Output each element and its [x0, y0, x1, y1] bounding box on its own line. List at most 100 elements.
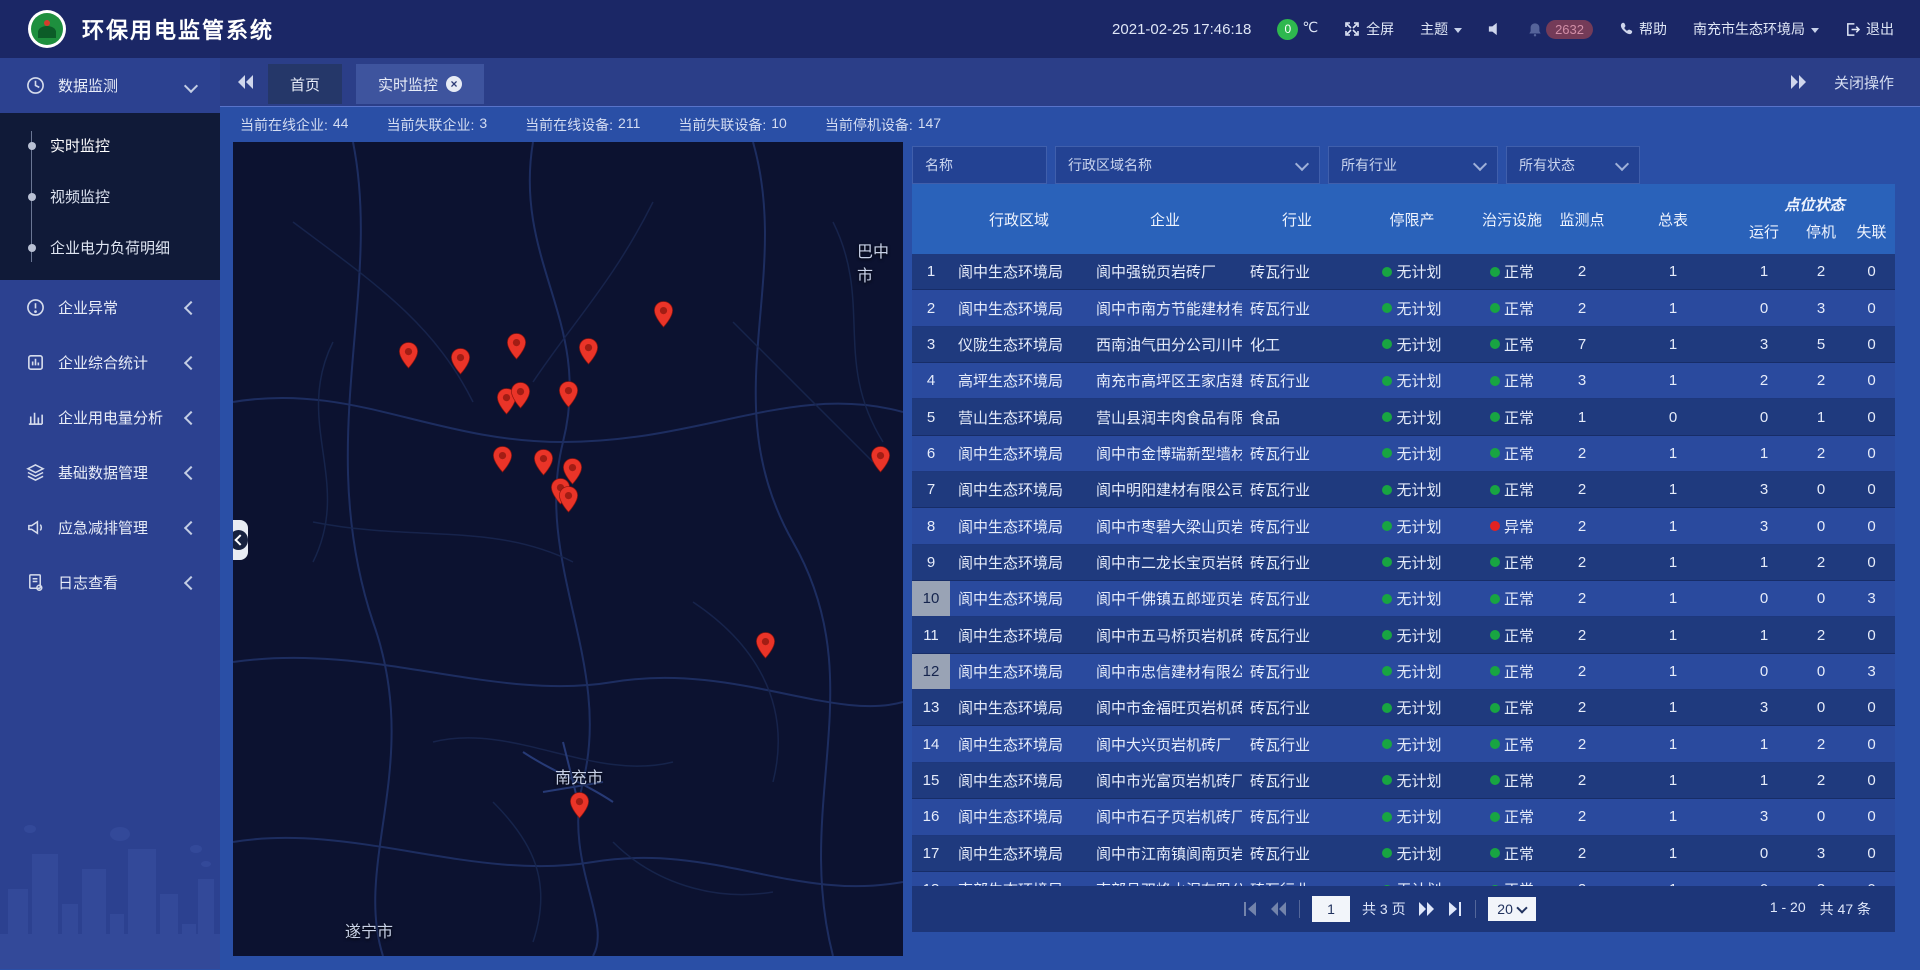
table-row[interactable]: 15 阆中生态环境局 阆中市光富页岩机砖厂 砖瓦行业 无计划 正常 2 1 1 …	[912, 763, 1895, 799]
cell-lost: 0	[1848, 481, 1895, 498]
table-row[interactable]: 7 阆中生态环境局 阆中明阳建材有限公司 砖瓦行业 无计划 正常 2 1 3 0…	[912, 472, 1895, 508]
table-row[interactable]: 13 阆中生态环境局 阆中市金福旺页岩机砖 砖瓦行业 无计划 正常 2 1 3 …	[912, 690, 1895, 726]
fullscreen-button[interactable]: 全屏	[1344, 19, 1394, 39]
sidebar-subitem[interactable]: 企业电力负荷明细	[0, 222, 220, 273]
cell-run: 1	[1734, 554, 1794, 571]
tab-home[interactable]: 首页	[268, 64, 342, 104]
status-filter-select[interactable]: 所有状态	[1506, 146, 1640, 184]
cell-company: 阆中市南方节能建材有	[1088, 298, 1242, 319]
cell-halt: 0	[1794, 663, 1848, 680]
sidebar-item[interactable]: 应急减排管理	[0, 500, 220, 555]
region-filter-select[interactable]: 行政区域名称	[1055, 146, 1320, 184]
table-row[interactable]: 10 阆中生态环境局 阆中千佛镇五郎垭页岩 砖瓦行业 无计划 正常 2 1 0 …	[912, 581, 1895, 617]
sidebar-subitem[interactable]: 视频监控	[0, 171, 220, 222]
page-number-input[interactable]	[1312, 896, 1350, 922]
map-pin[interactable]	[756, 632, 775, 664]
map-pin[interactable]	[559, 486, 578, 518]
tab-realtime-monitor[interactable]: 实时监控 ×	[356, 64, 484, 104]
table-row[interactable]: 16 阆中生态环境局 阆中市石子页岩机砖厂 砖瓦行业 无计划 正常 2 1 3 …	[912, 799, 1895, 835]
table-row[interactable]: 3 仪陇生态环境局 西南油气田分公司川中 化工 无计划 正常 7 1 3 5 0	[912, 327, 1895, 363]
cell-meter: 1	[1612, 518, 1734, 535]
cell-lost: 0	[1848, 699, 1895, 716]
cell-lost: 0	[1848, 627, 1895, 644]
red-dot-icon	[1490, 521, 1500, 531]
next-page-icon[interactable]	[1418, 902, 1435, 916]
sidebar-item[interactable]: 日志查看	[0, 555, 220, 610]
map-pin[interactable]	[559, 381, 578, 413]
cell-meter: 1	[1612, 481, 1734, 498]
last-page-icon[interactable]	[1447, 902, 1463, 916]
map-pin[interactable]	[570, 792, 589, 824]
chevron-left-icon	[184, 465, 198, 479]
table-row[interactable]: 17 阆中生态环境局 阆中市江南镇阆南页岩 砖瓦行业 无计划 正常 2 1 0 …	[912, 836, 1895, 872]
map-pin[interactable]	[451, 348, 470, 380]
logout-button[interactable]: 退出	[1845, 19, 1894, 39]
map-pin[interactable]	[654, 301, 673, 333]
col-stop: 停限产	[1352, 184, 1472, 254]
table-row[interactable]: 5 营山生态环境局 营山县润丰肉食品有限 食品 无计划 正常 1 0 0 1 0	[912, 399, 1895, 435]
map-pin[interactable]	[511, 382, 530, 414]
map-pin[interactable]	[493, 446, 512, 478]
cell-industry: 砖瓦行业	[1242, 479, 1352, 500]
sidebar-item[interactable]: 企业用电量分析	[0, 390, 220, 445]
table-row[interactable]: 9 阆中生态环境局 阆中市二龙长宝页岩砖 砖瓦行业 无计划 正常 2 1 1 2…	[912, 545, 1895, 581]
name-filter-input[interactable]	[912, 146, 1047, 184]
help-button[interactable]: 帮助	[1619, 19, 1667, 39]
sidebar-subitem[interactable]: 实时监控	[0, 120, 220, 171]
notifications[interactable]: 2632	[1528, 20, 1593, 39]
green-dot-icon	[1382, 557, 1392, 567]
prev-page-icon[interactable]	[1270, 902, 1287, 916]
map-pin[interactable]	[871, 446, 890, 478]
cell-monitor: 2	[1552, 663, 1612, 680]
cell-monitor: 2	[1552, 590, 1612, 607]
cell-industry: 砖瓦行业	[1242, 298, 1352, 319]
table-row[interactable]: 12 阆中生态环境局 阆中市忠信建材有限公 砖瓦行业 无计划 正常 2 1 0 …	[912, 654, 1895, 690]
cell-region: 南部生态环境局	[950, 879, 1088, 886]
table-row[interactable]: 6 阆中生态环境局 阆中市金博瑞新型墙材 砖瓦行业 无计划 正常 2 1 1 2…	[912, 436, 1895, 472]
theme-dropdown[interactable]: 主题	[1420, 19, 1462, 39]
cell-region: 阆中生态环境局	[950, 443, 1088, 464]
map-panel[interactable]: 巴中市南充市遂宁市	[233, 142, 903, 956]
col-facility: 治污设施	[1472, 184, 1552, 254]
green-dot-icon	[1490, 303, 1500, 313]
sidebar-item[interactable]: 基础数据管理	[0, 445, 220, 500]
map-roads	[233, 142, 903, 956]
tabs-scroll-left-button[interactable]	[238, 75, 254, 89]
tabs-scroll-right-button[interactable]	[1790, 75, 1806, 89]
cell-company: 阆中市石子页岩机砖厂	[1088, 806, 1242, 827]
tab-close-icon[interactable]: ×	[446, 76, 462, 92]
map-pin[interactable]	[507, 333, 526, 365]
table-row[interactable]: 2 阆中生态环境局 阆中市南方节能建材有 砖瓦行业 无计划 正常 2 1 0 3…	[912, 290, 1895, 326]
sidebar-item[interactable]: 企业综合统计	[0, 335, 220, 390]
cell-company: 阆中市忠信建材有限公	[1088, 661, 1242, 682]
table-row[interactable]: 1 阆中生态环境局 阆中强锐页岩砖厂 砖瓦行业 无计划 正常 2 1 1 2 0	[912, 254, 1895, 290]
bullet-icon	[28, 244, 36, 252]
chevron-left-icon	[184, 575, 198, 589]
map-pin[interactable]	[579, 338, 598, 370]
notification-count-badge: 2632	[1546, 20, 1593, 39]
cell-region: 营山生态环境局	[950, 407, 1088, 428]
table-row[interactable]: 11 阆中生态环境局 阆中市五马桥页岩机砖 砖瓦行业 无计划 正常 2 1 1 …	[912, 617, 1895, 653]
table-row[interactable]: 8 阆中生态环境局 阆中市枣碧大梁山页岩 砖瓦行业 无计划 异常 2 1 3 0…	[912, 508, 1895, 544]
temperature-unit: ℃	[1302, 19, 1318, 36]
first-page-icon[interactable]	[1242, 902, 1258, 916]
industry-filter-select[interactable]: 所有行业	[1328, 146, 1498, 184]
green-dot-icon	[1490, 775, 1500, 785]
table-row[interactable]: 14 阆中生态环境局 阆中大兴页岩机砖厂 砖瓦行业 无计划 正常 2 1 1 2…	[912, 726, 1895, 762]
fullscreen-icon	[1344, 21, 1360, 37]
table-row[interactable]: 4 高坪生态环境局 南充市高坪区王家店建 砖瓦行业 无计划 正常 3 1 2 2…	[912, 363, 1895, 399]
map-pin[interactable]	[534, 449, 553, 481]
page-size-select[interactable]: 20	[1488, 897, 1536, 921]
col-industry: 行业	[1242, 184, 1352, 254]
close-operations-button[interactable]: 关闭操作	[1834, 72, 1894, 93]
cell-stop-status: 无计划	[1352, 443, 1472, 464]
table-row[interactable]: 18 南部生态环境局 南部县双峰水泥有限公 砖瓦行业 无计划 正常 2 1 0 …	[912, 872, 1895, 886]
map-pin[interactable]	[399, 342, 418, 374]
sidebar-item[interactable]: 数据监测	[0, 58, 220, 113]
map-collapse-handle[interactable]	[233, 520, 248, 560]
divider	[1299, 900, 1300, 918]
cell-region: 阆中生态环境局	[950, 298, 1088, 319]
mute-button[interactable]	[1488, 22, 1502, 36]
sidebar-item[interactable]: 企业异常	[0, 280, 220, 335]
org-dropdown[interactable]: 南充市生态环境局	[1693, 19, 1819, 39]
